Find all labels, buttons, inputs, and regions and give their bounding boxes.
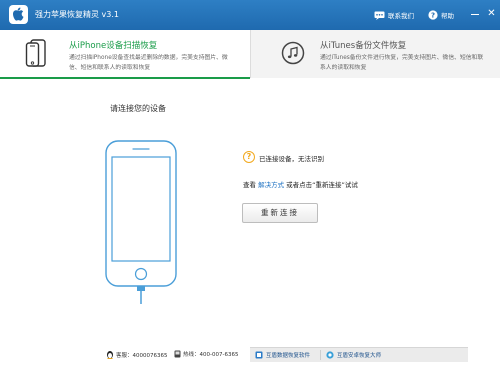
android-recovery-icon [326,351,334,359]
mode-tabs: 从iPhone设备扫描恢复 通过扫描iPhone设备查找最近删除的数据，完美支持… [0,30,500,79]
help-icon: ? [428,10,438,20]
tab-iphone-scan[interactable]: 从iPhone设备扫描恢复 通过扫描iPhone设备查找最近删除的数据，完美支持… [0,30,250,79]
tab-itunes-description: 通过iTunes备份文件进行恢复，完美支持图片、微信、短信和联系人的读取和恢复 [320,55,484,71]
app-title: 强力苹果恢复精灵 v3.1 [35,10,119,19]
connection-status-text: 已连接设备，无法识别 [259,155,324,163]
music-note-icon [281,41,305,65]
footer: 客服：4000076365 热线：400-007-6365 互盾数据恢复软件 互… [0,343,500,365]
connect-device-heading: 请连接您的设备 [110,104,166,113]
tab-iphone-description: 通过扫描iPhone设备查找最近删除的数据，完美支持图片、微信、短信和联系人的读… [69,55,228,71]
qq-support[interactable]: 客服：4000076365 [106,350,168,359]
tab-itunes-backup[interactable]: 从iTunes备份文件恢复 通过iTunes备份文件进行恢复，完美支持图片、微信… [250,30,500,78]
contact-us-button[interactable]: 联系我们 [374,9,414,21]
svg-text:?: ? [431,12,435,20]
penguin-icon [107,351,113,359]
chat-icon [374,11,385,20]
data-recovery-software-link[interactable]: 互盾数据恢复软件 [255,351,310,359]
tab-iphone-title: 从iPhone设备扫描恢复 [69,41,158,51]
minimize-button[interactable] [470,9,480,19]
app-logo-icon [9,5,28,24]
phone-icon [174,350,181,358]
hint-prefix: 查看 [243,181,256,189]
help-label: 帮助 [441,12,454,20]
data-recovery-icon [255,351,263,359]
close-button[interactable]: ✕ [486,8,497,19]
android-recovery-master-label: 互盾安卓恢复大师 [337,353,382,359]
question-icon: ? [243,151,255,163]
android-recovery-master-link[interactable]: 互盾安卓恢复大师 [326,351,381,359]
hotline-label: 热线：400-007-6365 [183,352,239,358]
contact-us-label: 联系我们 [388,12,414,20]
iphone-icon [25,39,46,67]
title-bar: 强力苹果恢复精灵 v3.1 联系我们 ? 帮助 ✕ [0,0,500,30]
footer-divider [320,350,321,360]
qq-support-label: 客服：4000076365 [116,352,168,359]
phone-illustration [105,140,177,304]
help-button[interactable]: ? 帮助 [428,9,454,21]
reconnect-button[interactable]: 重新连接 [242,203,318,223]
hint-suffix: 或者点击“重新连接”试试 [286,181,358,189]
troubleshoot-hint: 查看 解决方式 或者点击“重新连接”试试 [243,179,358,189]
data-recovery-software-label: 互盾数据恢复软件 [266,353,311,359]
footer-product-links: 互盾数据恢复软件 互盾安卓恢复大师 [250,347,468,362]
solution-link[interactable]: 解决方式 [258,181,284,189]
hotline: 热线：400-007-6365 [174,350,238,358]
tab-itunes-title: 从iTunes备份文件恢复 [320,41,407,51]
